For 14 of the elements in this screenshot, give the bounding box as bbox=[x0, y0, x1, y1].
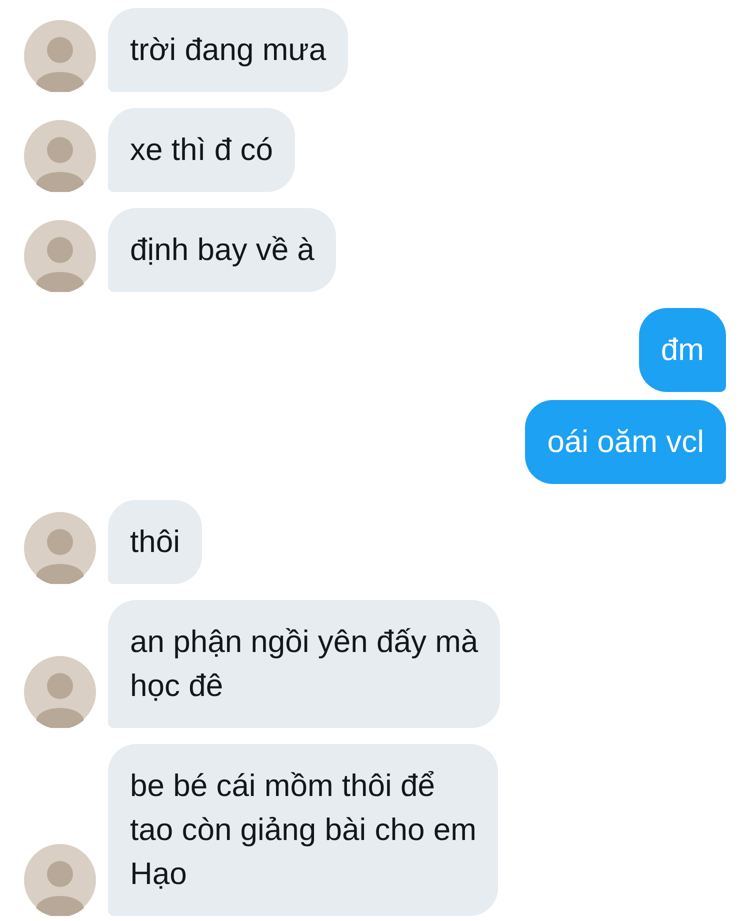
message-bubble: trời đang mưa bbox=[108, 8, 348, 92]
avatar bbox=[24, 844, 96, 916]
message-bubble: đm bbox=[638, 308, 726, 392]
avatar bbox=[24, 220, 96, 292]
message-bubble: định bay về à bbox=[108, 208, 336, 292]
message-bubble: xe thì đ có bbox=[108, 108, 296, 192]
avatar bbox=[24, 120, 96, 192]
message-bubble: thôi bbox=[108, 500, 202, 584]
avatar bbox=[24, 512, 96, 584]
avatar bbox=[24, 20, 96, 92]
avatar bbox=[24, 656, 96, 728]
message-bubble: be bé cái mồm thôi để tao còn giảng bài cho em Hạo bbox=[108, 744, 498, 916]
message-bubble: an phận ngồi yên đấy mà học đê bbox=[108, 600, 500, 728]
message-bubble: oái oăm vcl bbox=[525, 400, 726, 484]
